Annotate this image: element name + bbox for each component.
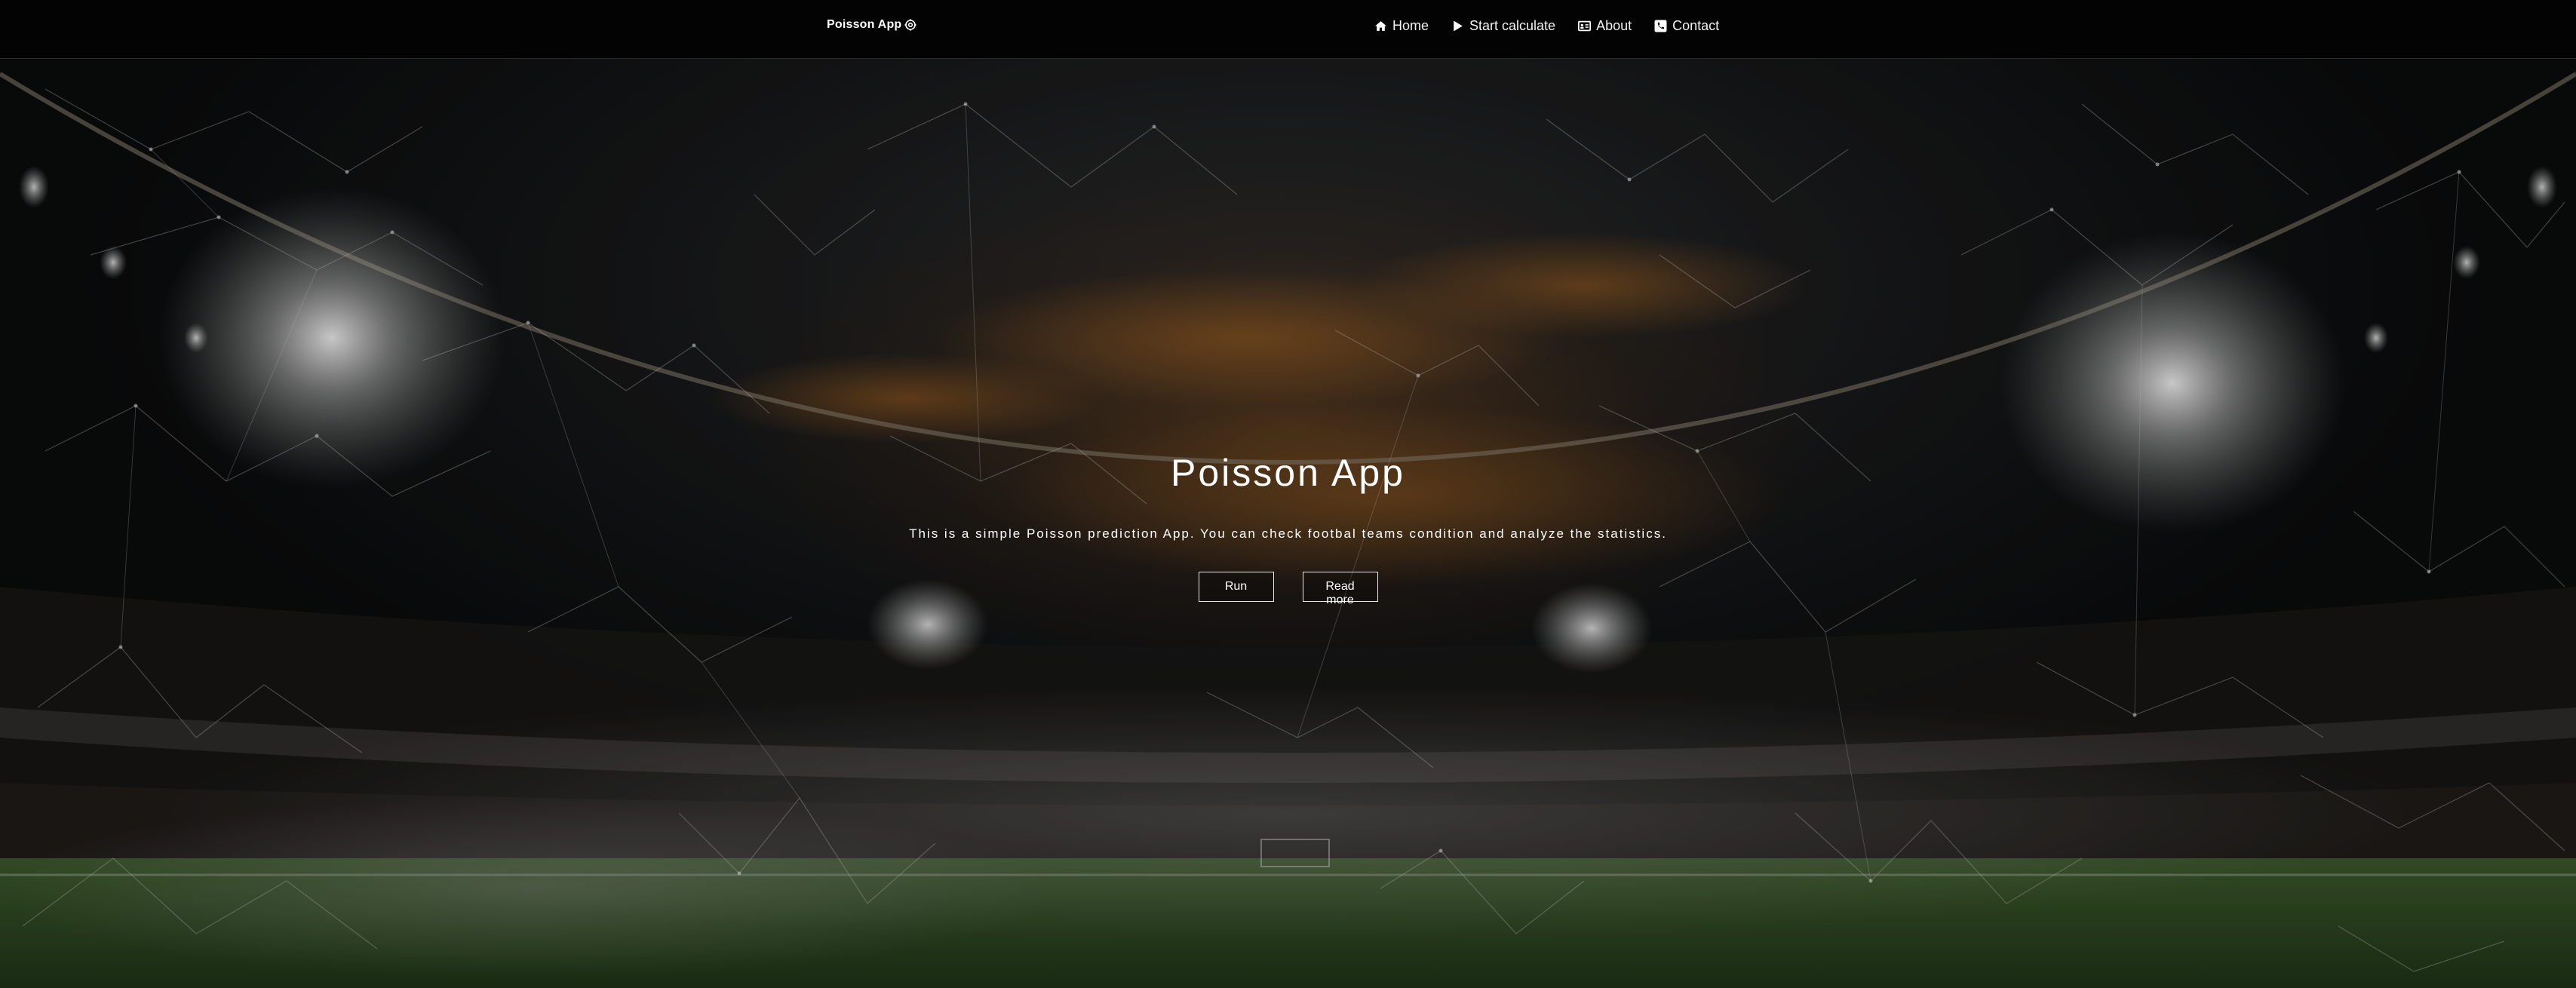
- hero-content: Poisson App This is a simple Poisson pre…: [0, 451, 2576, 606]
- id-card-icon: [1578, 20, 1592, 32]
- hero-buttons: Run Read more: [0, 572, 2576, 606]
- nav-about[interactable]: About: [1578, 18, 1632, 34]
- nav-home[interactable]: Home: [1374, 18, 1429, 34]
- read-more-button[interactable]: Read more: [1302, 572, 1378, 606]
- nav-contact-label: Contact: [1672, 18, 1720, 33]
- brand-logo[interactable]: Poisson App: [827, 18, 916, 32]
- nav-start-calculate-label: Start calculate: [1469, 18, 1556, 33]
- nav-about-label: About: [1596, 18, 1632, 33]
- phone-square-icon: [1654, 20, 1667, 32]
- nav-start-calculate[interactable]: Start calculate: [1451, 18, 1555, 34]
- run-button[interactable]: Run: [1198, 572, 1274, 602]
- hero-subtitle: This is a simple Poisson prediction App.…: [909, 526, 1667, 541]
- nav-contact[interactable]: Contact: [1654, 18, 1719, 34]
- hero-section: Poisson App This is a simple Poisson pre…: [0, 59, 2576, 988]
- top-navbar: Poisson App Home Start calculate About C…: [0, 0, 2576, 59]
- home-icon: [1375, 21, 1386, 31]
- hero-title: Poisson App: [1171, 452, 1405, 494]
- play-icon: [1454, 20, 1463, 32]
- nav-links: Home Start calculate About Contact: [1374, 18, 1719, 34]
- nav-home-label: Home: [1392, 18, 1429, 33]
- settings-gear-icon: [904, 19, 916, 31]
- brand-name: Poisson App: [827, 18, 902, 31]
